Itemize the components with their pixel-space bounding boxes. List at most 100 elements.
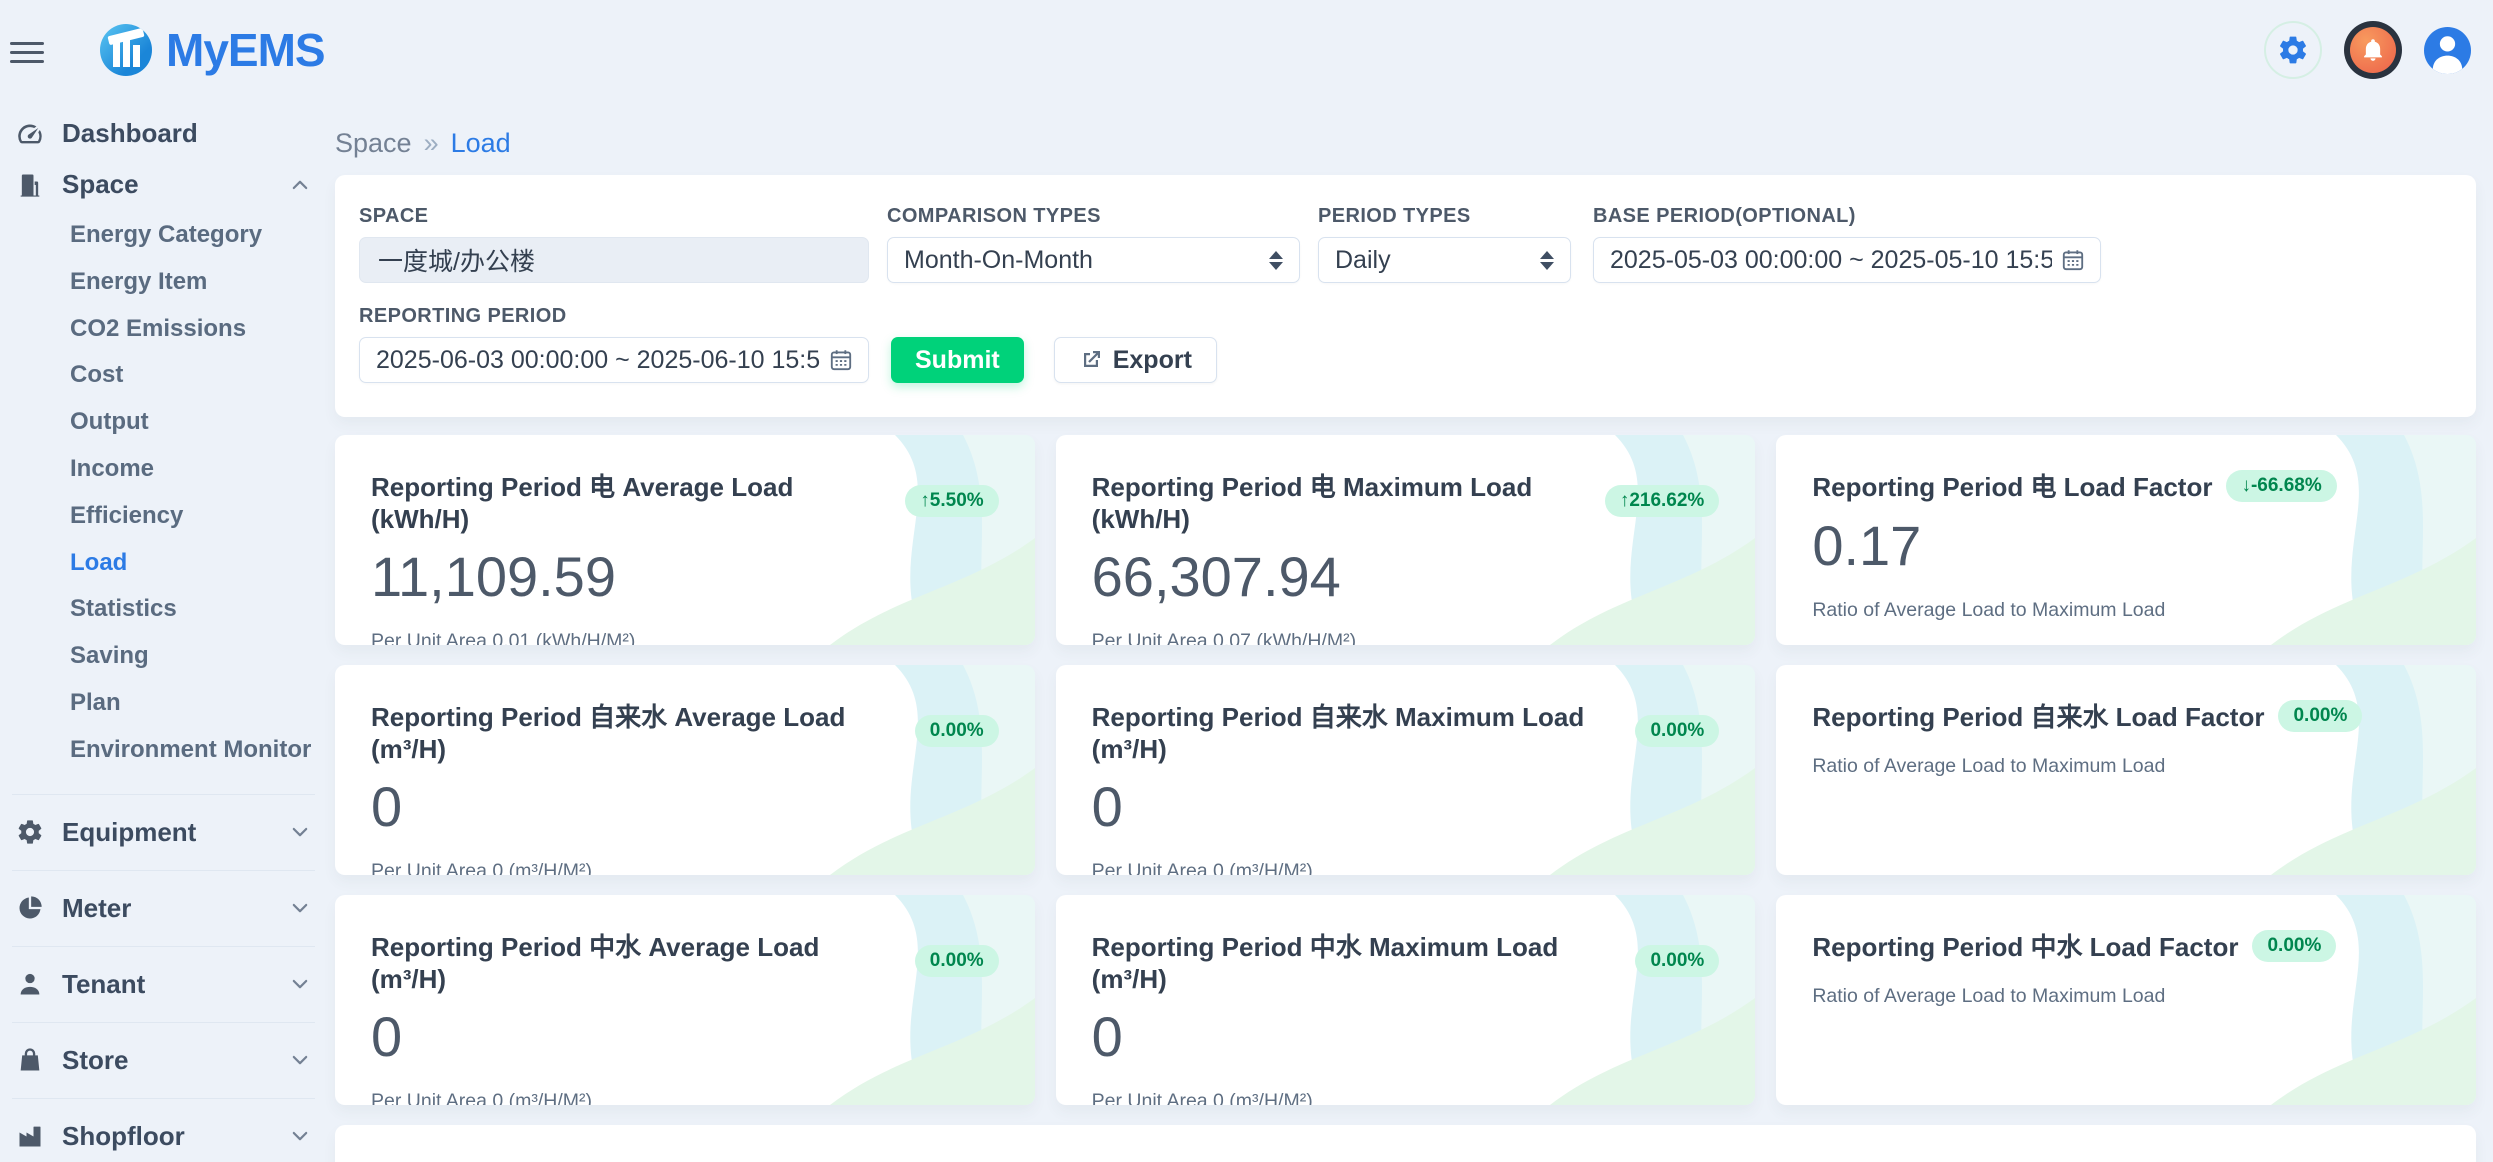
breadcrumb-separator: » — [424, 128, 439, 159]
topbar: MyEMS — [0, 0, 2493, 100]
card-title: Reporting Period 电 Average Load (kWh/H) — [371, 467, 891, 535]
kpi-card: Reporting Period 自来水 Load Factor 0.00% R… — [1776, 665, 2476, 875]
card-metrics: Per Unit Area 0 (m³/H/M²)Per Capita 0 (m… — [371, 1087, 999, 1105]
card-change-badge: ↑5.50% — [905, 485, 998, 517]
kpi-card: Reporting Period 电 Maximum Load (kWh/H) … — [1056, 435, 1756, 645]
card-metric-line: Per Unit Area 0 (m³/H/M²) — [1092, 857, 1720, 875]
chevron-down-icon — [289, 1049, 311, 1071]
reporting-period-input[interactable] — [376, 346, 820, 375]
settings-button[interactable] — [2264, 21, 2322, 79]
menu-toggle-button[interactable] — [10, 42, 44, 63]
sidebar: Dashboard Space Energy CategoryEnergy Item… — [0, 100, 335, 1162]
card-title: Reporting Period 自来水 Average Load (m³/H) — [371, 697, 901, 765]
comparison-types-value: Month-On-Month — [904, 246, 1093, 275]
chevron-down-icon — [289, 973, 311, 995]
sidebar-subitem-income[interactable]: Income — [12, 446, 315, 493]
card-title: Reporting Period 中水 Average Load (m³/H) — [371, 927, 901, 995]
space-label: SPACE — [359, 205, 869, 228]
gauge-icon — [16, 120, 44, 148]
sidebar-item-store[interactable]: Store — [12, 1035, 315, 1086]
card-title: Reporting Period 电 Load Factor — [1812, 467, 2212, 504]
card-title: Reporting Period 中水 Load Factor — [1812, 927, 2238, 964]
kpi-card: Reporting Period 中水 Load Factor 0.00% Ra… — [1776, 895, 2476, 1105]
kpi-card: Reporting Period 电 Load Factor ↓-66.68% … — [1776, 435, 2476, 645]
gear-icon — [16, 818, 44, 846]
sidebar-subitem-output[interactable]: Output — [12, 399, 315, 446]
bag-icon — [16, 1046, 44, 1074]
space-input[interactable] — [378, 246, 850, 275]
pie-icon — [16, 894, 44, 922]
comparison-types-select[interactable]: Month-On-Month — [887, 237, 1300, 283]
breadcrumb-space[interactable]: Space — [335, 128, 412, 159]
select-arrows-icon — [1540, 251, 1554, 270]
kpi-card: Reporting Period 中水 Maximum Load (m³/H) … — [1056, 895, 1756, 1105]
submit-button[interactable]: Submit — [891, 337, 1024, 383]
chevron-up-icon — [289, 174, 311, 196]
sidebar-divider — [12, 870, 315, 871]
sidebar-subitem-environment-monitor[interactable]: Environment Monitor — [12, 727, 315, 774]
card-title: Reporting Period 自来水 Maximum Load (m³/H) — [1092, 697, 1622, 765]
sidebar-divider — [12, 946, 315, 947]
main-content: Space » Load SPACE COMPARISON TYPES Mont… — [335, 100, 2476, 1162]
sidebar-submenu: Energy CategoryEnergy ItemCO2 EmissionsC… — [12, 210, 315, 782]
card-metrics: Ratio of Average Load to Maximum Load — [1812, 982, 2440, 1011]
sidebar-item-equipment[interactable]: Equipment — [12, 807, 315, 858]
breadcrumb-load: Load — [451, 128, 511, 159]
card-metric-line: Ratio of Average Load to Maximum Load — [1812, 982, 2440, 1011]
sidebar-item-label: Shopfloor — [62, 1121, 185, 1152]
sidebar-divider — [12, 794, 315, 795]
brand-logo[interactable]: MyEMS — [100, 23, 325, 77]
sidebar-subitem-plan[interactable]: Plan — [12, 680, 315, 727]
calendar-icon[interactable] — [828, 347, 854, 373]
sidebar-subitem-cost[interactable]: Cost — [12, 352, 315, 399]
calendar-icon[interactable] — [2060, 247, 2086, 273]
kpi-card: Reporting Period 中水 Average Load (m³/H) … — [335, 895, 1035, 1105]
export-button[interactable]: Export — [1054, 337, 1217, 383]
card-metric-line: Per Unit Area 0.01 (kWh/H/M²) — [371, 627, 999, 645]
card-title: Reporting Period 自来水 Load Factor — [1812, 697, 2264, 734]
breadcrumb: Space » Load — [335, 128, 2476, 159]
sidebar-item-space[interactable]: Space — [12, 159, 315, 210]
card-metric-line: Per Unit Area 0 (m³/H/M²) — [371, 1087, 999, 1105]
card-metric-line: Per Unit Area 0.07 (kWh/H/M²) — [1092, 627, 1720, 645]
kpi-cards-grid: Reporting Period 电 Average Load (kWh/H) … — [335, 435, 2476, 1105]
period-types-select[interactable]: Daily — [1318, 237, 1571, 283]
chevron-down-icon — [289, 821, 311, 843]
chevron-down-icon — [289, 897, 311, 919]
sidebar-subitem-energy-item[interactable]: Energy Item — [12, 259, 315, 306]
myems-app: MyEMS Dashboard Space Energy CategoryEnerg… — [0, 0, 2493, 1162]
card-change-badge: ↑216.62% — [1605, 485, 1720, 517]
sidebar-item-meter[interactable]: Meter — [12, 883, 315, 934]
notifications-button[interactable] — [2344, 21, 2402, 79]
sidebar-item-label: Space — [62, 169, 139, 200]
base-period-label: BASE PERIOD(OPTIONAL) — [1593, 205, 2101, 228]
sidebar-subitem-co2-emissions[interactable]: CO2 Emissions — [12, 306, 315, 353]
sidebar-item-dashboard[interactable]: Dashboard — [12, 108, 315, 159]
factory-icon — [16, 1122, 44, 1150]
chart-panel: Reporting Period 电 Maximum Load (kWh/H) … — [335, 1125, 2476, 1162]
card-value: 11,109.59 — [371, 545, 999, 609]
card-change-badge: 0.00% — [1635, 715, 1719, 747]
sidebar-subitem-statistics[interactable]: Statistics — [12, 586, 315, 633]
card-value: 0 — [371, 1005, 999, 1069]
card-metrics: Per Unit Area 0.07 (kWh/H/M²)Per Capita … — [1092, 627, 1720, 645]
period-types-label: PERIOD TYPES — [1318, 205, 1571, 228]
sidebar-item-label: Dashboard — [62, 118, 198, 149]
sidebar-subitem-load[interactable]: Load — [12, 540, 315, 587]
card-metrics: Per Unit Area 0 (m³/H/M²)Per Capita 0 (m… — [1092, 1087, 1720, 1105]
sidebar-subitem-energy-category[interactable]: Energy Category — [12, 212, 315, 259]
card-value: 0 — [371, 775, 999, 839]
card-change-badge: 0.00% — [915, 945, 999, 977]
sidebar-subitem-saving[interactable]: Saving — [12, 633, 315, 680]
myems-logo-icon — [100, 24, 152, 76]
card-metric-line: Per Unit Area 0 (m³/H/M²) — [1092, 1087, 1720, 1105]
card-metrics: Per Unit Area 0.01 (kWh/H/M²)Per Capita … — [371, 627, 999, 645]
base-period-input[interactable] — [1610, 246, 2052, 275]
gear-icon — [2277, 34, 2309, 66]
card-metrics: Ratio of Average Load to Maximum Load — [1812, 596, 2440, 625]
sidebar-item-shopfloor[interactable]: Shopfloor — [12, 1111, 315, 1162]
sidebar-subitem-efficiency[interactable]: Efficiency — [12, 493, 315, 540]
user-menu-button[interactable] — [2424, 27, 2471, 74]
sidebar-item-tenant[interactable]: Tenant — [12, 959, 315, 1010]
card-value: 66,307.94 — [1092, 545, 1720, 609]
